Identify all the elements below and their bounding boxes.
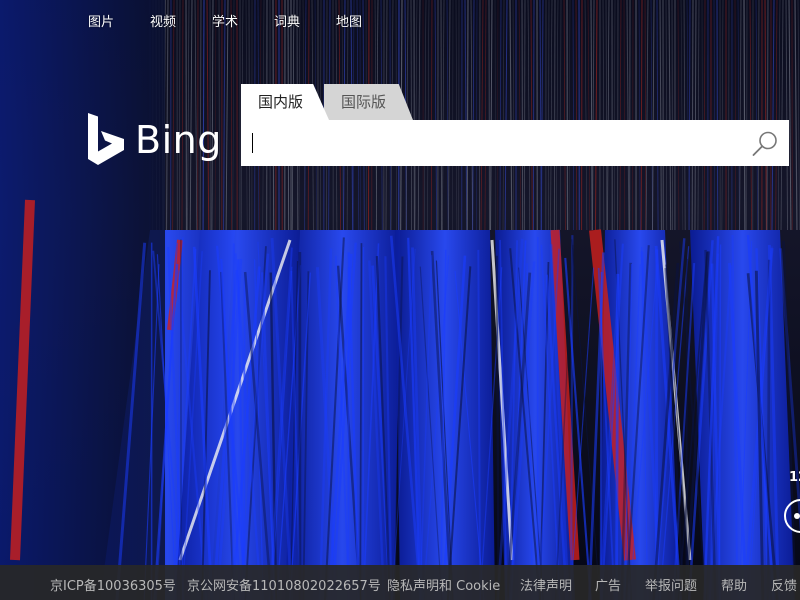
tab-international[interactable]: 国际版 (324, 84, 413, 120)
text-caret (252, 133, 253, 153)
footer: 京ICP备10036305号 京公网安备11010802022657号 隐私声明… (0, 565, 800, 600)
nav-videos[interactable]: 视频 (150, 11, 176, 30)
circle-arrow-icon (794, 513, 800, 519)
image-date-label: 12 (789, 470, 800, 485)
footer-privacy-cookie[interactable]: 隐私声明和 Cookie (387, 575, 500, 594)
search-icon (752, 131, 777, 156)
top-navigation: 图片 视频 学术 词典 地图 (0, 0, 800, 40)
bing-logo[interactable]: Bing (88, 113, 222, 165)
footer-public-security-record[interactable]: 京公网安备11010802022657号 (187, 575, 381, 594)
bing-b-logo-icon (88, 113, 124, 165)
search-input[interactable] (251, 127, 745, 159)
search-box (241, 120, 789, 166)
footer-icp-license[interactable]: 京ICP备10036305号 (50, 575, 176, 594)
search-button[interactable] (751, 130, 779, 158)
footer-feedback[interactable]: 反馈 (771, 575, 797, 594)
footer-report-issue[interactable]: 举报问题 (645, 575, 697, 594)
tab-international-label: 国际版 (341, 93, 387, 111)
nav-maps[interactable]: 地图 (336, 11, 362, 30)
footer-legal[interactable]: 法律声明 (520, 575, 572, 594)
tab-domestic-label: 国内版 (258, 93, 304, 111)
footer-help[interactable]: 帮助 (721, 575, 747, 594)
bing-logo-text: Bing (135, 118, 222, 162)
footer-advertising[interactable]: 广告 (595, 575, 621, 594)
bing-homepage: 图片 视频 学术 词典 地图 Bing 国际版 国内版 12 京I (0, 0, 800, 600)
nav-dictionary[interactable]: 词典 (274, 11, 300, 30)
nav-images[interactable]: 图片 (88, 11, 114, 30)
nav-academic[interactable]: 学术 (212, 11, 238, 30)
